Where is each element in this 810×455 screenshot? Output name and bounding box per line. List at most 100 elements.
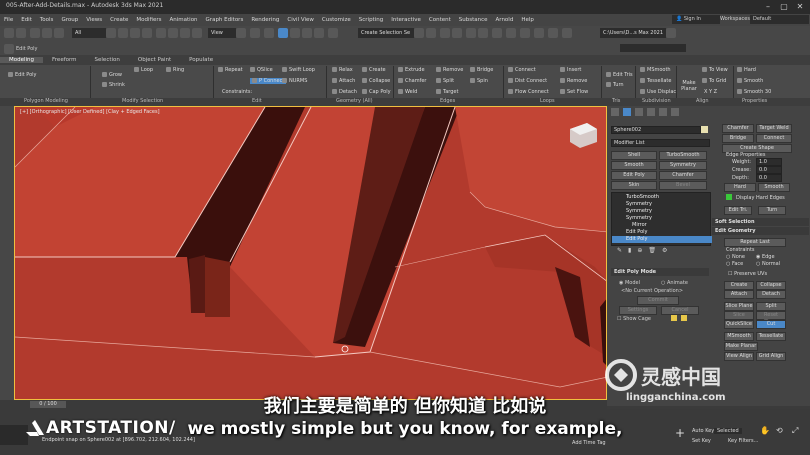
ribbon-toggle-icon[interactable]	[452, 28, 462, 38]
pivot-icon[interactable]	[236, 28, 246, 38]
project-path[interactable]: C:\Users\D...s Max 2021	[600, 28, 666, 38]
slice-plane-button[interactable]: Slice Plane	[724, 302, 754, 311]
menu-substance[interactable]: Substance	[455, 17, 492, 23]
menu-scripting[interactable]: Scripting	[355, 17, 387, 23]
section-geometry[interactable]: Geometry (All)	[336, 98, 373, 104]
menu-interactive[interactable]: Interactive	[387, 17, 425, 23]
smooth-button[interactable]: Smooth	[758, 183, 790, 192]
create-tab-icon[interactable]	[611, 108, 619, 116]
menu-rendering[interactable]: Rendering	[247, 17, 283, 23]
ribbon-repeat[interactable]: Repeat	[218, 67, 243, 73]
viewport-label[interactable]: [+] [Orthographic] [User Defined] [Clay …	[20, 109, 160, 115]
set-chamfer-button[interactable]: Chamfer	[659, 171, 707, 180]
ribbon-ring[interactable]: Ring	[166, 67, 184, 73]
hard-edges-color-swatch[interactable]	[726, 194, 732, 200]
ribbon-make-planar[interactable]: Make Planar	[680, 80, 698, 92]
ribbon-collapse[interactable]: Collapse	[362, 78, 390, 84]
ribbon-tessellate[interactable]: Tessellate	[640, 78, 671, 84]
settings-button[interactable]: Settings	[619, 306, 657, 315]
render-setup-icon[interactable]	[506, 28, 516, 38]
stack-edit-poly-2[interactable]: Edit Poly	[612, 236, 718, 243]
select-by-name-icon[interactable]	[118, 28, 128, 38]
cage-color-swatch[interactable]	[671, 315, 677, 321]
ribbon-create[interactable]: Create	[362, 67, 386, 73]
hierarchy-tab-icon[interactable]	[635, 108, 643, 116]
stack-symmetry-1[interactable]: Symmetry	[612, 201, 718, 208]
percent-snap-icon[interactable]	[302, 28, 312, 38]
modify-tab-icon[interactable]	[623, 108, 631, 116]
spinner-snap-icon[interactable]	[314, 28, 324, 38]
layer-explorer-icon[interactable]	[440, 28, 450, 38]
menu-arnold[interactable]: Arnold	[492, 17, 518, 23]
view-align-button[interactable]: View Align	[724, 352, 754, 361]
show-end-result-icon[interactable]: ▮	[628, 247, 631, 255]
constraint-none-radio[interactable]: ○ None	[726, 254, 745, 260]
bind-icon[interactable]	[54, 28, 64, 38]
bridge-button[interactable]: Bridge	[722, 134, 754, 143]
cancel-button[interactable]: Cancel	[661, 306, 699, 315]
edit-poly-mode-header[interactable]: Edit Poly Mode	[611, 268, 709, 276]
ribbon-bridge[interactable]: Bridge	[470, 67, 493, 73]
unlink-icon[interactable]	[42, 28, 52, 38]
ribbon-turn[interactable]: Turn	[606, 82, 624, 88]
crease-spinner[interactable]: 0.0	[756, 166, 782, 174]
move-icon[interactable]	[156, 28, 166, 38]
ribbon-msmooth[interactable]: MSmooth	[640, 67, 671, 73]
tab-modeling[interactable]: Modeling	[0, 57, 44, 63]
ribbon-smooth-30[interactable]: Smooth 30	[737, 89, 771, 95]
ribbon-set-flow[interactable]: Set Flow	[560, 89, 588, 95]
close-button[interactable]: ✕	[792, 1, 808, 12]
stack-edit-poly-1[interactable]: Edit Poly	[612, 229, 718, 236]
motion-tab-icon[interactable]	[647, 108, 655, 116]
schematic-view-icon[interactable]	[478, 28, 488, 38]
ribbon-loop-remove[interactable]: Remove	[560, 78, 587, 84]
ribbon-relax[interactable]: Relax	[332, 67, 353, 73]
select-object-icon[interactable]	[106, 28, 116, 38]
ribbon-extrude[interactable]: Extrude	[398, 67, 425, 73]
display-hard-edges-checkbox[interactable]: Display Hard Edges	[736, 195, 785, 201]
depth-spinner[interactable]: 0.0	[756, 174, 782, 182]
workspace-select[interactable]: Default	[750, 15, 809, 24]
arnold-icon[interactable]	[548, 28, 558, 38]
configure-sets-icon[interactable]: ⚙	[662, 247, 667, 255]
msmooth-button[interactable]: MSmooth	[724, 332, 754, 341]
quickslice-button[interactable]: QuickSlice	[724, 320, 754, 329]
set-shell-button[interactable]: Shell	[611, 151, 657, 160]
tab-object-paint[interactable]: Object Paint	[129, 57, 180, 63]
stack-turbosmooth[interactable]: TurboSmooth	[612, 194, 718, 201]
ribbon-insert[interactable]: Insert	[560, 67, 581, 73]
keyboard-shortcut-icon[interactable]	[264, 28, 274, 38]
weight-spinner[interactable]: 1.0	[756, 158, 782, 166]
snap-toggle-icon[interactable]	[278, 28, 288, 38]
tab-selection[interactable]: Selection	[86, 57, 129, 63]
ribbon-qslice[interactable]: QSlice	[250, 67, 273, 73]
section-modify-selection[interactable]: Modify Selection	[122, 98, 163, 104]
ribbon-dist-connect[interactable]: Dist Connect	[508, 78, 547, 84]
edit-poly-icon[interactable]	[4, 44, 14, 54]
commit-button[interactable]: Commit	[637, 296, 679, 305]
ribbon-to-view[interactable]: To View	[702, 67, 728, 73]
reset-plane-button[interactable]: Reset Plane	[756, 311, 786, 325]
constraint-edge-radio[interactable]: ◉ Edge	[756, 254, 775, 260]
ribbon-edit-poly[interactable]: Edit Poly	[8, 72, 37, 78]
stack-symmetry-3[interactable]: Symmetry	[612, 215, 718, 222]
set-smooth-button[interactable]: Smooth	[611, 161, 657, 170]
section-align[interactable]: Align	[696, 98, 709, 104]
set-turbosmooth-button[interactable]: TurboSmooth	[659, 151, 707, 160]
cut-button[interactable]: Cut	[756, 320, 786, 329]
add-time-tag[interactable]: Add Time Tag	[572, 440, 606, 446]
menu-animation[interactable]: Animation	[166, 17, 202, 23]
radio-model[interactable]: ◉ Model	[619, 280, 640, 286]
modifier-list-dropdown[interactable]: Modifier List	[611, 139, 710, 147]
edit-geometry-header[interactable]: Edit Geometry	[712, 227, 809, 235]
menu-customize[interactable]: Customize	[318, 17, 355, 23]
project-folder-icon[interactable]	[562, 28, 572, 38]
section-properties[interactable]: Properties	[742, 98, 767, 104]
scale-icon[interactable]	[180, 28, 190, 38]
selection-filter[interactable]: All	[72, 28, 106, 38]
turn-button[interactable]: Turn	[758, 206, 786, 215]
create-button[interactable]: Create	[724, 281, 754, 290]
browse-icon[interactable]	[666, 28, 676, 38]
ribbon-chamfer[interactable]: Chamfer	[398, 78, 427, 84]
ribbon-spin[interactable]: Spin	[470, 78, 488, 84]
